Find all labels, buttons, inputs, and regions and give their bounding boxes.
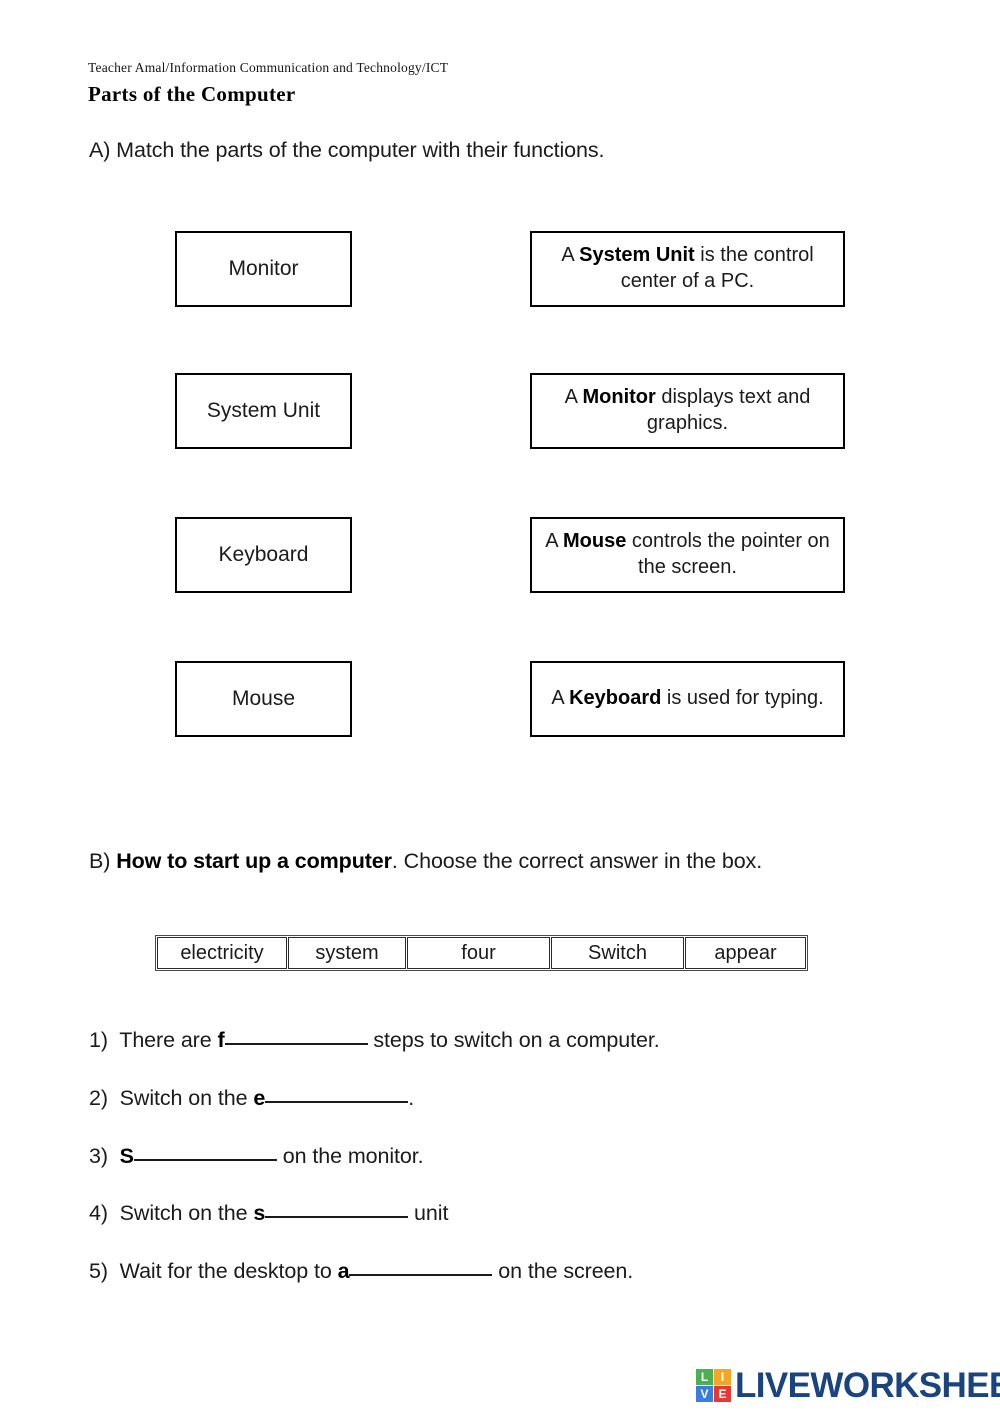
section-b-heading: How to start up a computer	[116, 849, 392, 873]
fill-blank-question: 1) There are f steps to switch on a comp…	[89, 1028, 660, 1053]
match-definition-text: A System Unit is the control center of a…	[561, 244, 814, 292]
section-b-label: B)	[89, 849, 111, 873]
match-definition-text: A Keyboard is used for typing.	[551, 687, 824, 710]
question-number: 2)	[89, 1086, 108, 1110]
logo-wordmark: LIVEWORKSHEETS	[735, 1366, 1000, 1405]
match-definition-box[interactable]: A Mouse controls the pointer on the scre…	[530, 517, 845, 593]
question-text-post: on the screen.	[492, 1259, 634, 1283]
live-tile-i: I	[714, 1369, 731, 1385]
match-term-box[interactable]: Mouse	[175, 661, 352, 737]
section-b-instruction-rest: . Choose the correct answer in the box.	[391, 849, 763, 873]
section-a-instruction: A) Match the parts of the computer with …	[89, 138, 605, 162]
match-term-label: Monitor	[228, 257, 299, 280]
match-term-box[interactable]: Monitor	[175, 231, 352, 307]
fill-blank-question: 3) S on the monitor.	[89, 1144, 424, 1169]
word-bank-option[interactable]: system	[288, 937, 406, 969]
live-tile-l: L	[696, 1369, 713, 1385]
answer-blank[interactable]	[133, 1159, 277, 1161]
question-number: 3)	[89, 1144, 108, 1168]
question-seed-letter: a	[337, 1259, 350, 1283]
live-tile-e: E	[714, 1386, 731, 1402]
live-tiles-icon: L I V E	[696, 1369, 731, 1402]
page-title: Parts of the Computer	[88, 82, 296, 106]
match-term-box[interactable]: System Unit	[175, 373, 352, 449]
answer-blank[interactable]	[265, 1101, 409, 1103]
match-definition-keyword: Keyboard	[569, 687, 662, 710]
question-text-post: unit	[408, 1201, 449, 1225]
match-definition-box[interactable]: A System Unit is the control center of a…	[530, 231, 845, 307]
question-seed-letter: S	[119, 1144, 134, 1168]
fill-blank-question: 4) Switch on the s unit	[89, 1201, 448, 1226]
question-text-pre: Switch on the	[119, 1201, 254, 1225]
section-b-instruction: B) How to start up a computer. Choose th…	[89, 849, 762, 874]
question-text-post: on the monitor.	[276, 1144, 424, 1168]
match-definition-keyword: Mouse	[562, 530, 627, 553]
answer-blank[interactable]	[349, 1274, 493, 1276]
match-term-box[interactable]: Keyboard	[175, 517, 352, 593]
answer-blank[interactable]	[265, 1216, 409, 1218]
word-bank-option[interactable]: four	[407, 937, 550, 969]
fill-blank-question: 5) Wait for the desktop to a on the scre…	[89, 1259, 633, 1284]
match-term-label: Mouse	[231, 687, 296, 710]
match-term-label: Keyboard	[218, 543, 309, 566]
match-definition-box[interactable]: A Keyboard is used for typing.	[530, 661, 845, 737]
match-term-label: System Unit	[206, 399, 321, 422]
match-definition-text: A Mouse controls the pointer on the scre…	[545, 530, 830, 578]
live-tile-v: V	[696, 1386, 713, 1402]
match-definition-keyword: System Unit	[579, 244, 695, 267]
question-text-pre: There are	[119, 1028, 218, 1052]
match-definition-text: A Monitor displays text and graphics.	[564, 386, 811, 434]
question-text-post: steps to switch on a computer.	[367, 1028, 660, 1052]
word-bank-option[interactable]: electricity	[157, 937, 287, 969]
worksheet-header: Teacher Amal/Information Communication a…	[88, 60, 448, 107]
question-text-post: .	[408, 1086, 415, 1110]
match-definition-keyword: Monitor	[582, 386, 656, 409]
question-text-pre: Switch on the	[119, 1086, 254, 1110]
question-seed-letter: e	[253, 1086, 266, 1110]
question-number: 5)	[89, 1259, 108, 1283]
word-bank: electricity system four Switch appear	[155, 935, 808, 971]
liveworksheets-logo[interactable]: L I V E LIVEWORKSHEETS	[696, 1368, 1000, 1403]
word-bank-option[interactable]: appear	[685, 937, 806, 969]
question-seed-letter: f	[217, 1028, 225, 1052]
question-number: 1)	[89, 1028, 108, 1052]
question-number: 4)	[89, 1201, 108, 1225]
match-definition-box[interactable]: A Monitor displays text and graphics.	[530, 373, 845, 449]
question-text-pre: Wait for the desktop to	[119, 1259, 338, 1283]
fill-blank-question: 2) Switch on the e.	[89, 1086, 414, 1111]
question-seed-letter: s	[253, 1201, 266, 1225]
breadcrumb: Teacher Amal/Information Communication a…	[88, 60, 449, 75]
word-bank-option[interactable]: Switch	[551, 937, 684, 969]
answer-blank[interactable]	[224, 1043, 368, 1045]
